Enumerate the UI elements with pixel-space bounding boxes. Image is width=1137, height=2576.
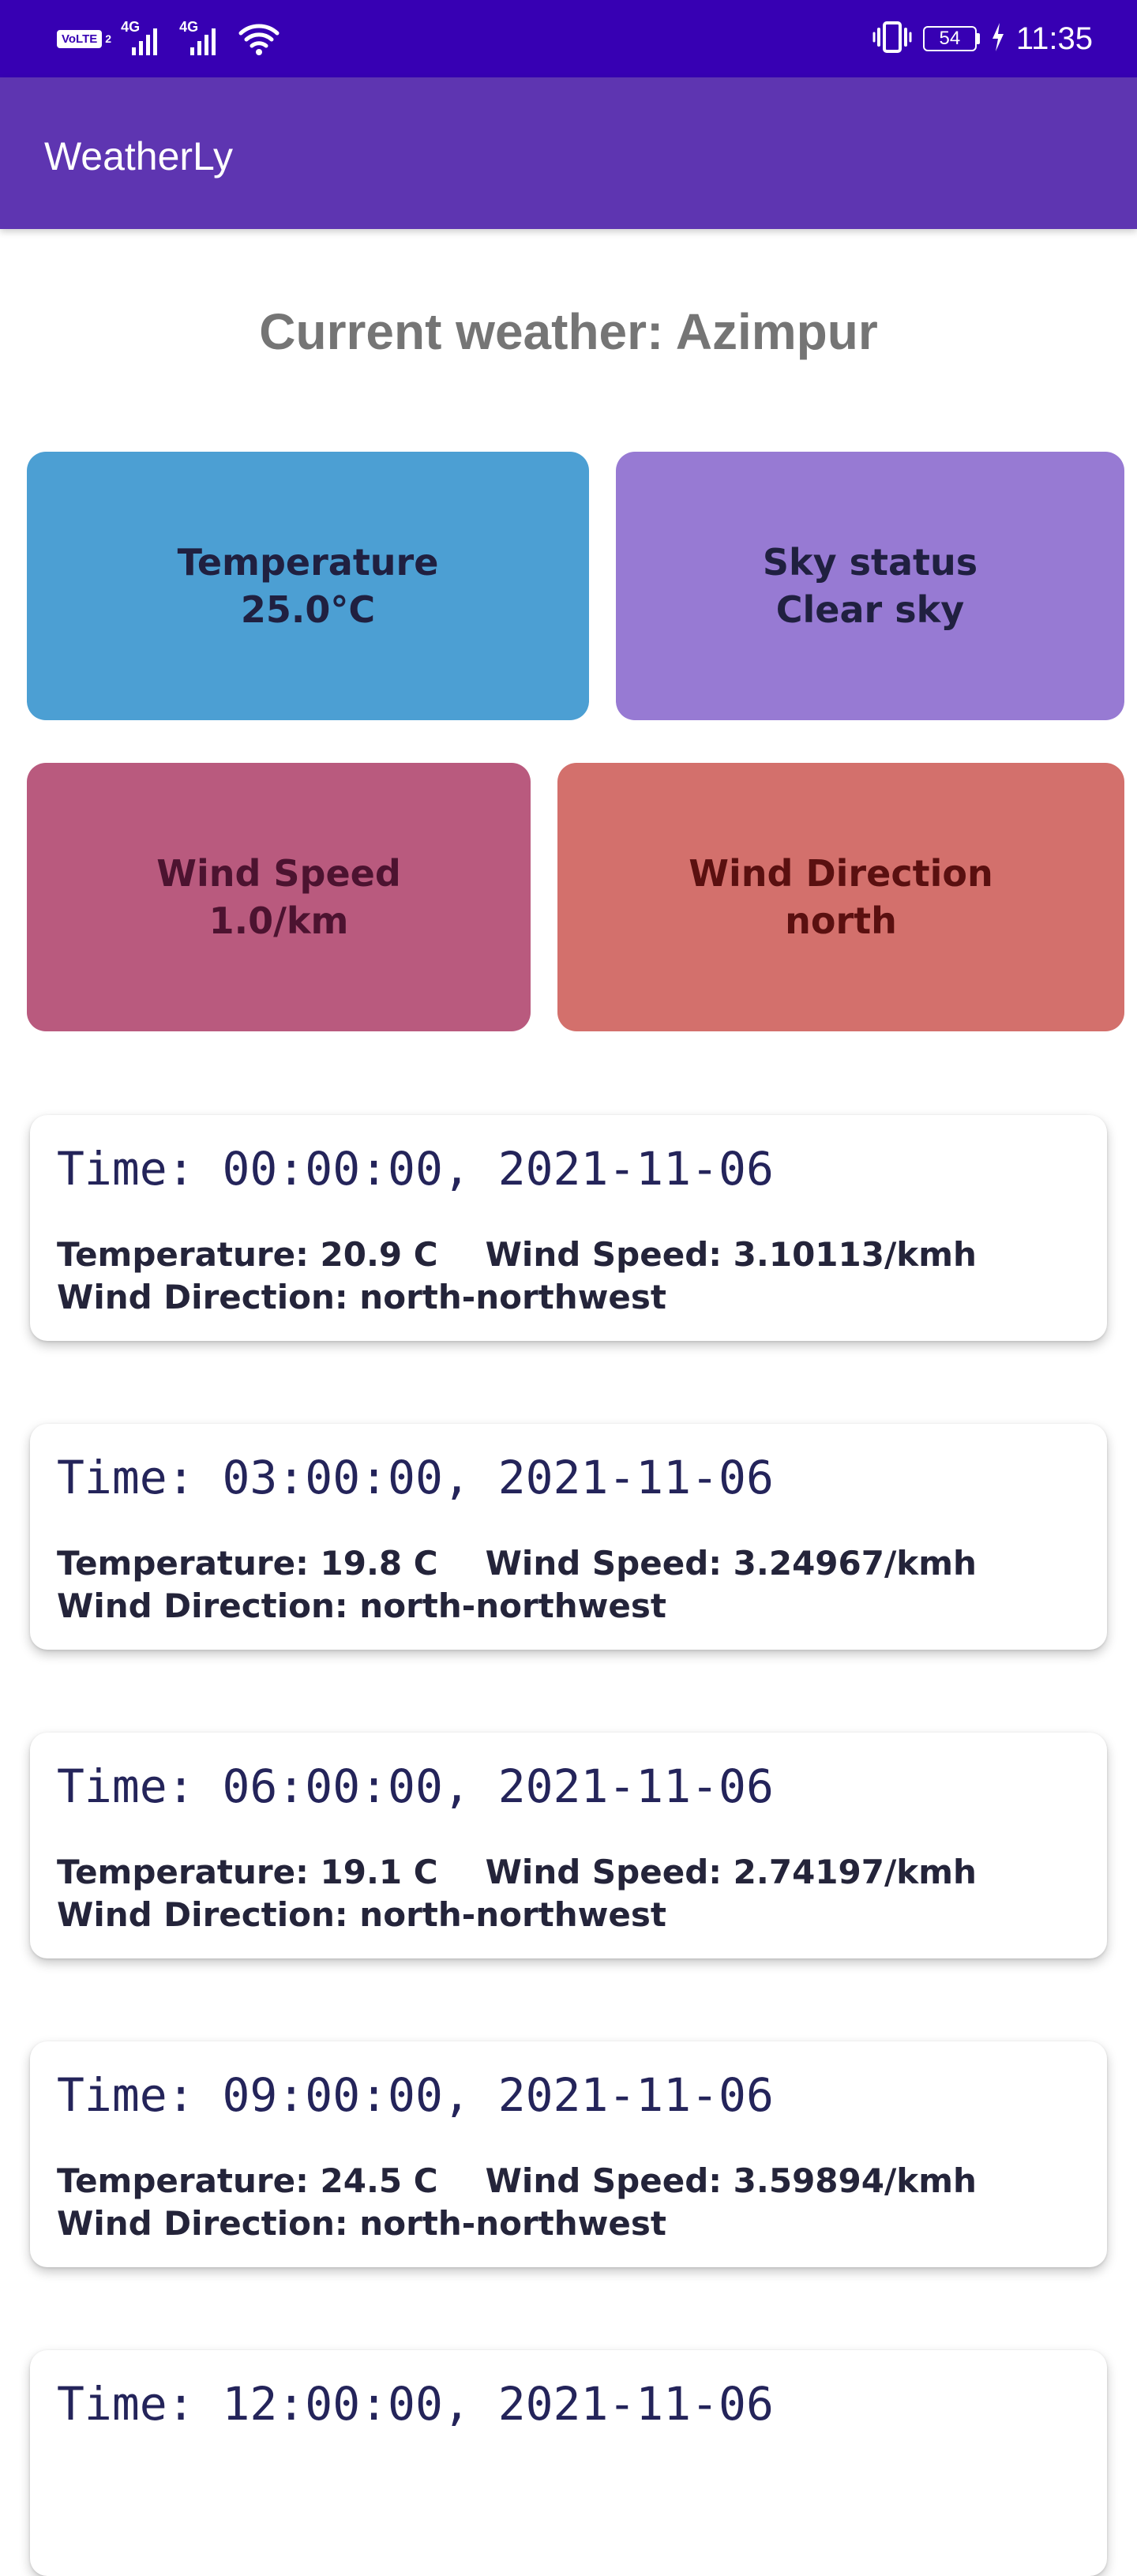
status-bar: VoLTE 2 4G 4G 54 11:35 [0,0,1137,77]
current-weather-title: Current weather: Azimpur [259,303,878,360]
clock: 11:35 [1015,21,1093,56]
forecast-temperature: Temperature: 19.8 C [57,1544,438,1583]
wifi-icon [238,21,280,57]
forecast-temperature: Temperature: 20.9 C [57,1235,438,1274]
wind-speed-tile: Wind Speed 1.0/km [27,763,531,1031]
forecast-card[interactable]: Time: 06:00:00, 2021-11-06 Temperature: … [30,1733,1107,1958]
forecast-wind-direction: Wind Direction: north-northwest [57,1278,666,1316]
sim-number: 2 [105,32,112,45]
sky-status-label: Sky status [762,541,978,584]
app-bar: WeatherLy [0,77,1137,229]
charging-icon [991,23,1005,54]
signal-icon-2: 4G [179,17,228,60]
battery-icon: 54 [922,26,980,51]
forecast-time: Time: 03:00:00, 2021-11-06 [57,1451,774,1504]
forecast-wind-direction: Wind Direction: north-northwest [57,2204,666,2243]
forecast-temperature: Temperature: 24.5 C [57,2161,438,2200]
forecast-wind-speed: Wind Speed: 3.24967/kmh [485,1544,977,1583]
forecast-wind-speed: Wind Speed: 3.10113/kmh [485,1235,977,1274]
wind-direction-value: north [785,899,897,942]
forecast-wind-direction: Wind Direction: north-northwest [57,1587,666,1625]
wind-speed-value: 1.0/km [208,899,349,942]
forecast-time: Time: 09:00:00, 2021-11-06 [57,2068,774,2122]
temperature-label: Temperature [177,541,439,584]
forecast-temperature: Temperature: 19.1 C [57,1853,438,1891]
forecast-card[interactable]: Time: 00:00:00, 2021-11-06 Temperature: … [30,1115,1107,1341]
forecast-time: Time: 00:00:00, 2021-11-06 [57,1142,774,1196]
vibrate-icon [872,20,912,58]
forecast-time: Time: 12:00:00, 2021-11-06 [57,2377,774,2431]
wind-direction-tile: Wind Direction north [557,763,1124,1031]
battery-level: 54 [922,26,977,51]
status-bar-left: VoLTE 2 4G 4G [57,17,280,60]
forecast-card[interactable]: Time: 03:00:00, 2021-11-06 Temperature: … [30,1424,1107,1650]
wind-speed-label: Wind Speed [156,852,401,895]
volte-indicator: VoLTE 2 [57,29,112,48]
sky-status-tile: Sky status Clear sky [616,452,1124,720]
temperature-value: 25.0°C [240,588,376,631]
forecast-wind-speed: Wind Speed: 2.74197/kmh [485,1853,977,1891]
forecast-wind-direction: Wind Direction: north-northwest [57,1895,666,1934]
forecast-card[interactable]: Time: 09:00:00, 2021-11-06 Temperature: … [30,2041,1107,2267]
sky-status-value: Clear sky [775,588,965,631]
signal-icon: 4G [121,17,170,60]
forecast-wind-speed: Wind Speed: 3.59894/kmh [485,2161,977,2200]
wind-direction-label: Wind Direction [689,852,993,895]
forecast-card[interactable]: Time: 12:00:00, 2021-11-06 [30,2350,1107,2576]
app-title: WeatherLy [44,134,234,178]
temperature-tile: Temperature 25.0°C [27,452,589,720]
volte-icon: VoLTE [57,29,103,48]
forecast-time: Time: 06:00:00, 2021-11-06 [57,1759,774,1813]
status-bar-right: 54 11:35 [872,17,1093,60]
